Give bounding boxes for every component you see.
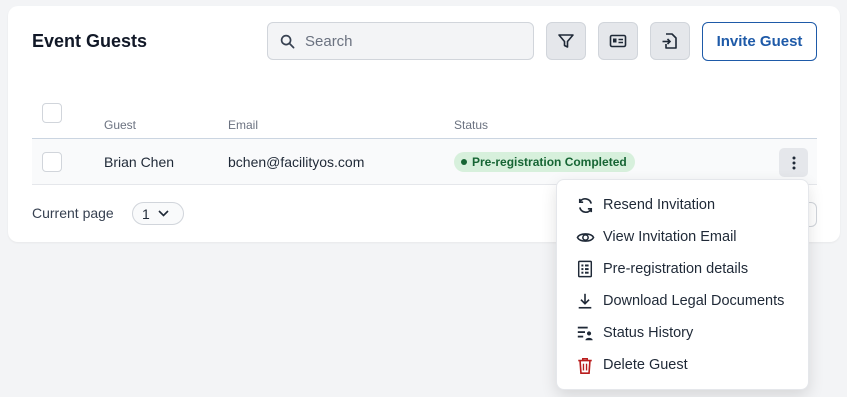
- row-actions-menu: Resend Invitation View Invitation Email …: [556, 179, 809, 390]
- menu-item-pre-registration-details[interactable]: Pre-registration details: [557, 253, 808, 285]
- file-import-icon: [662, 33, 677, 49]
- menu-item-resend-invitation[interactable]: Resend Invitation: [557, 189, 808, 221]
- menu-item-delete-guest[interactable]: Delete Guest: [557, 349, 808, 381]
- id-card-button[interactable]: [598, 22, 638, 60]
- column-header-status: Status: [454, 118, 489, 132]
- menu-item-label: Delete Guest: [603, 357, 688, 373]
- menu-item-view-invitation-email[interactable]: View Invitation Email: [557, 221, 808, 253]
- current-page-label: Current page: [32, 205, 114, 221]
- current-page-select[interactable]: 1: [132, 202, 184, 225]
- row-checkbox[interactable]: [42, 152, 62, 172]
- chevron-down-icon: [158, 210, 169, 217]
- row-actions-button[interactable]: [779, 148, 808, 177]
- search-input[interactable]: [305, 32, 525, 50]
- table-header: Guest Email Status: [32, 98, 817, 139]
- filter-icon: [558, 34, 574, 48]
- download-icon: [575, 291, 595, 311]
- form-icon: [575, 259, 595, 279]
- current-page-value: 1: [142, 205, 150, 222]
- menu-item-label: Status History: [603, 325, 694, 341]
- select-all-checkbox[interactable]: [42, 103, 62, 123]
- invite-guest-button[interactable]: Invite Guest: [702, 22, 817, 61]
- menu-item-label: View Invitation Email: [603, 229, 737, 245]
- menu-item-download-legal-documents[interactable]: Download Legal Documents: [557, 285, 808, 317]
- history-icon: [575, 323, 595, 343]
- status-badge: Pre-registration Completed: [454, 152, 635, 172]
- menu-item-label: Download Legal Documents: [603, 293, 785, 309]
- column-header-guest: Guest: [104, 118, 137, 132]
- menu-item-label: Pre-registration details: [603, 261, 749, 277]
- filter-button[interactable]: [546, 22, 586, 60]
- menu-item-status-history[interactable]: Status History: [557, 317, 808, 349]
- search-box[interactable]: [267, 22, 534, 60]
- column-header-email: Email: [228, 118, 259, 132]
- import-button[interactable]: [650, 22, 690, 60]
- id-card-icon: [609, 34, 627, 48]
- eye-icon: [575, 227, 595, 247]
- search-icon: [280, 34, 295, 48]
- page-title: Event Guests: [32, 31, 148, 51]
- more-vertical-icon: [792, 156, 795, 169]
- refresh-icon: [575, 195, 595, 215]
- menu-item-label: Resend Invitation: [603, 197, 716, 213]
- trash-icon: [575, 355, 595, 375]
- guest-name: Brian Chen: [104, 154, 175, 170]
- guest-email: bchen@facilityos.com: [228, 154, 365, 170]
